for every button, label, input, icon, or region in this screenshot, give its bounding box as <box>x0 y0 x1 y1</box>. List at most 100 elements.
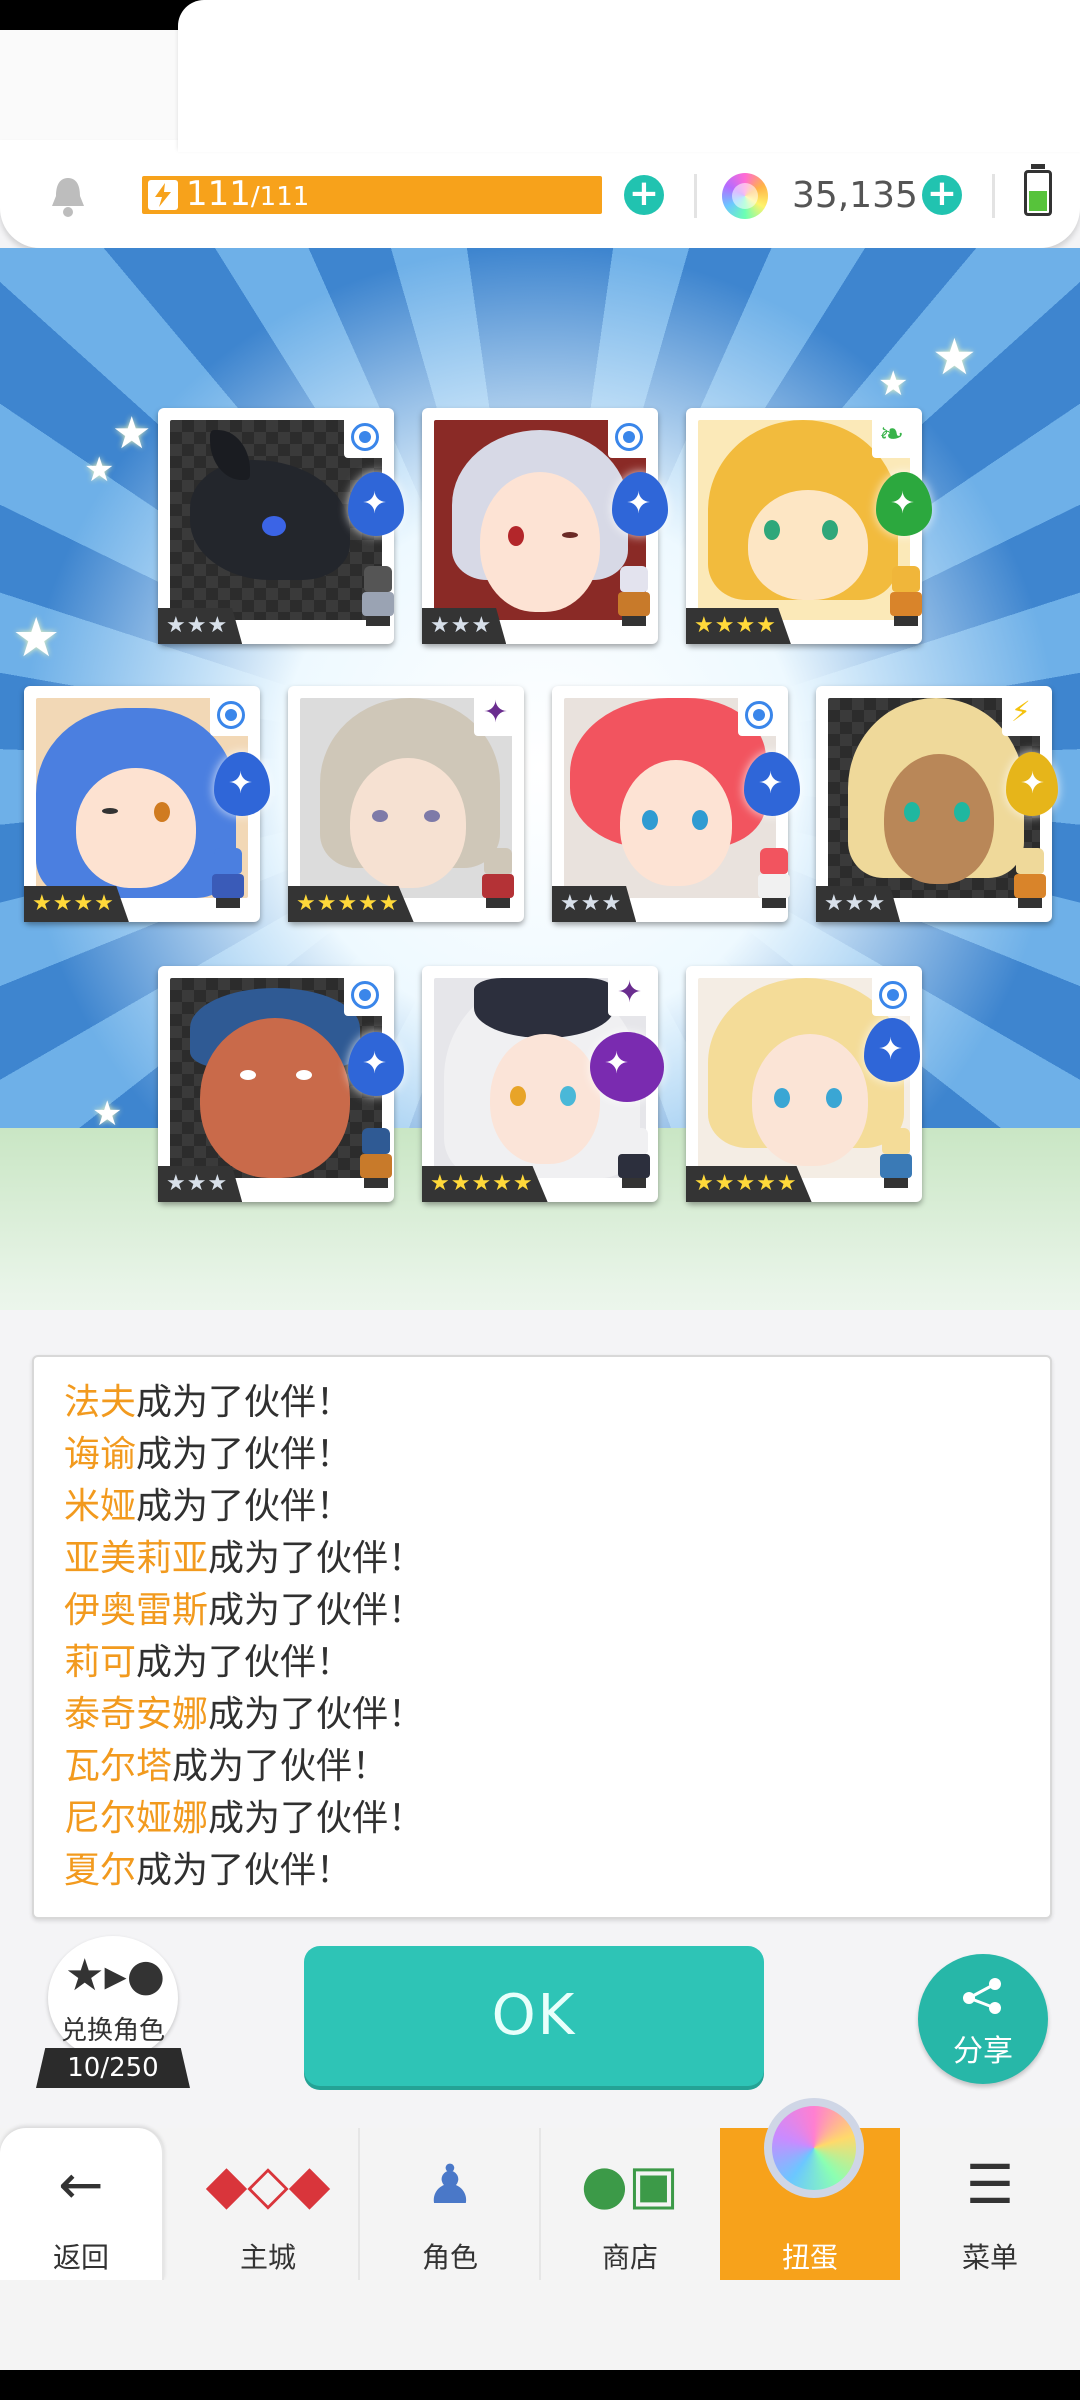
result-message: 夏尔成为了伙伴！ <box>64 1849 352 1893</box>
rarity-stars: ★★★★ <box>686 608 791 644</box>
result-message: 诲谕成为了伙伴！ <box>64 1433 352 1477</box>
result-text: 成为了伙伴！ <box>172 1746 389 1787</box>
leaf-crystal-icon <box>876 472 932 536</box>
menu-list-icon[interactable]: ☰ <box>900 2150 1080 2220</box>
result-text: 成为了伙伴！ <box>136 1486 353 1527</box>
water-crystal-icon <box>348 472 404 536</box>
sparkle-icon: ★ <box>112 408 152 459</box>
nav-menu-label[interactable]: 菜单 <box>900 2236 1080 2276</box>
result-text: 成为了伙伴！ <box>208 1798 425 1839</box>
result-message: 米娅成为了伙伴！ <box>64 1485 352 1529</box>
sparkle-icon: ★ <box>84 450 115 490</box>
castle-icon[interactable]: ◆◇◆ <box>178 2150 358 2220</box>
nav-shop-label[interactable]: 商店 <box>540 2236 720 2276</box>
energy-value: 111/111 <box>186 173 309 218</box>
system-bottom-bar <box>0 2370 1080 2400</box>
rarity-stars: ★★★★★ <box>686 1166 812 1202</box>
add-energy-button[interactable]: + <box>624 175 664 215</box>
water-element-icon <box>872 974 914 1016</box>
result-message-panel[interactable]: 法夫成为了伙伴！ 诲谕成为了伙伴！ 米娅成为了伙伴！ 亚美莉亚成为了伙伴！ 伊奥… <box>32 1355 1052 1919</box>
rarity-stars: ★★★★ <box>24 886 129 922</box>
chibi-sprite <box>476 848 520 908</box>
chibi-sprite <box>612 1128 656 1188</box>
energy-max: 111 <box>259 182 310 212</box>
result-text: 成为了伙伴！ <box>136 1642 353 1683</box>
character-icon[interactable]: ♟ <box>360 2150 540 2220</box>
gem-count: 35,135 <box>792 175 918 216</box>
chibi-sprite <box>1008 848 1052 908</box>
character-name: 瓦尔塔 <box>64 1746 173 1787</box>
water-element-icon <box>344 974 386 1016</box>
water-element-icon <box>608 416 650 458</box>
result-message: 法夫成为了伙伴！ <box>64 1381 352 1425</box>
chibi-sprite <box>612 566 656 626</box>
exchange-count: 10/250 <box>36 2048 190 2088</box>
gacha-result-stage: ★ ★ ★ ★ ★ ★ ★★★ ★★★ ★★★★ <box>0 248 1080 1310</box>
chibi-sprite <box>356 566 400 626</box>
character-name: 莉可 <box>64 1642 137 1683</box>
water-crystal-icon <box>744 752 800 816</box>
nav-tabs <box>178 0 1080 152</box>
result-text: 成为了伙伴！ <box>136 1382 353 1423</box>
divider <box>992 174 995 218</box>
sparkle-icon: ★ <box>878 364 909 404</box>
back-arrow-icon[interactable]: ← <box>0 2150 162 2220</box>
result-message: 尼尔娅娜成为了伙伴！ <box>64 1797 424 1841</box>
rarity-stars: ★★★ <box>158 608 243 644</box>
leaf-element-icon <box>872 416 914 458</box>
character-name: 诲谕 <box>64 1434 137 1475</box>
water-crystal-icon <box>612 472 668 536</box>
character-name: 泰奇安娜 <box>64 1694 209 1735</box>
gesture-area <box>0 2280 1080 2370</box>
result-text: 成为了伙伴！ <box>208 1694 425 1735</box>
chibi-sprite <box>874 1128 918 1188</box>
chibi-sprite <box>884 566 928 626</box>
character-name: 法夫 <box>64 1382 137 1423</box>
result-text: 成为了伙伴！ <box>208 1538 425 1579</box>
result-message: 亚美莉亚成为了伙伴！ <box>64 1537 424 1581</box>
dark-element-icon <box>608 974 650 1016</box>
exchange-character-icon: ★▸● <box>65 1950 165 2001</box>
result-message: 伊奥雷斯成为了伙伴！ <box>64 1589 424 1633</box>
dark-element-icon <box>474 694 516 736</box>
rarity-stars: ★★★ <box>816 886 901 922</box>
chibi-sprite <box>752 848 796 908</box>
resource-header: 111/111 + 35,135 + <box>0 140 1080 248</box>
add-gems-button[interactable]: + <box>922 175 962 215</box>
rarity-stars: ★★★ <box>422 608 507 644</box>
water-element-icon <box>344 416 386 458</box>
character-name: 米娅 <box>64 1486 137 1527</box>
nav-gacha-label[interactable]: 扭蛋 <box>720 2236 900 2276</box>
result-text: 成为了伙伴！ <box>208 1590 425 1631</box>
chibi-sprite <box>354 1128 398 1188</box>
energy-separator: / <box>250 182 260 212</box>
character-name: 伊奥雷斯 <box>64 1590 209 1631</box>
bell-icon[interactable] <box>48 174 88 218</box>
exchange-character-label: 兑换角色 <box>60 2016 165 2046</box>
water-crystal-icon <box>214 752 270 816</box>
share-label: 分享 <box>953 2034 1013 2069</box>
result-message: 莉可成为了伙伴！ <box>64 1641 352 1685</box>
sparkle-icon: ★ <box>92 1094 123 1134</box>
sparkle-icon: ★ <box>932 328 977 386</box>
divider <box>694 174 697 218</box>
character-name: 尼尔娅娜 <box>64 1798 209 1839</box>
nav-home-label[interactable]: 主城 <box>178 2236 358 2276</box>
ok-button[interactable]: OK <box>304 1946 764 2086</box>
sparkle-icon: ★ <box>12 606 61 669</box>
result-message: 泰奇安娜成为了伙伴！ <box>64 1693 424 1737</box>
nav-back-label[interactable]: 返回 <box>0 2236 162 2276</box>
result-text: 成为了伙伴！ <box>136 1850 353 1891</box>
lightning-element-icon <box>1002 694 1044 736</box>
ok-label: OK <box>491 1983 577 2048</box>
rarity-stars: ★★★★★ <box>288 886 414 922</box>
battery-icon <box>1024 164 1052 216</box>
rarity-stars: ★★★★★ <box>422 1166 548 1202</box>
lightning-icon <box>148 180 178 210</box>
gacha-orb-icon[interactable] <box>764 2098 864 2198</box>
nav-character-label[interactable]: 角色 <box>360 2236 540 2276</box>
water-crystal-icon <box>348 1032 404 1096</box>
rarity-stars: ★★★ <box>552 886 637 922</box>
character-name: 亚美莉亚 <box>64 1538 209 1579</box>
shop-bag-icon[interactable]: ●▣ <box>540 2150 720 2220</box>
